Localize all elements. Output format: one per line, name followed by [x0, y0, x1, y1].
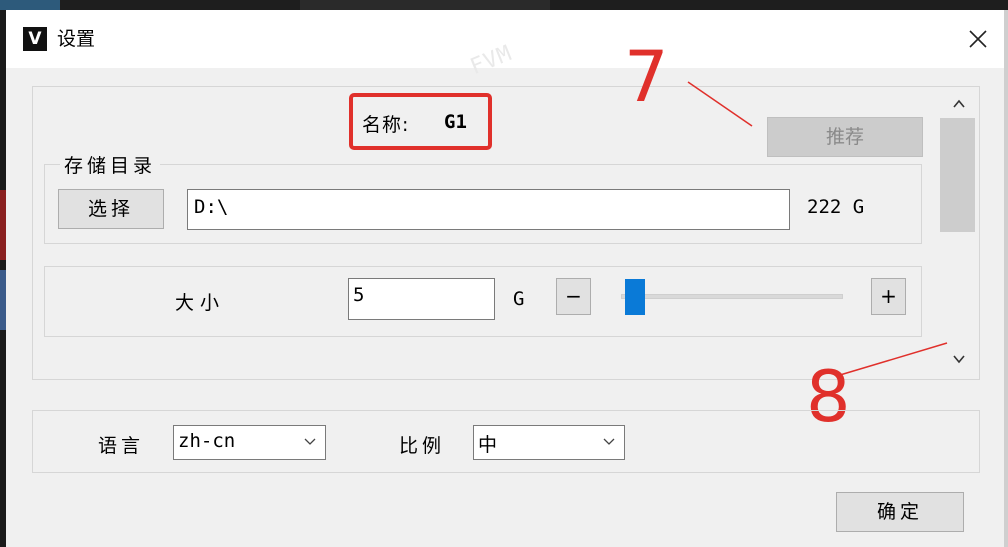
chevron-down-icon	[953, 355, 965, 364]
scroll-down-button[interactable]	[948, 350, 970, 368]
ratio-select-value: 中	[478, 434, 498, 456]
chevron-up-icon	[953, 99, 965, 108]
language-label: 语言	[98, 435, 145, 457]
language-select-value: zh-cn	[178, 430, 236, 452]
ratio-label: 比例	[399, 435, 446, 457]
storage-legend: 存储目录	[60, 151, 161, 178]
size-increase-button[interactable]: +	[871, 278, 906, 315]
name-value: G1	[444, 111, 467, 133]
storage-path-input[interactable]: D:\	[187, 189, 790, 230]
size-unit-label: G	[513, 288, 525, 310]
ok-button[interactable]: 确定	[836, 492, 964, 532]
free-space-label: 222 G	[807, 196, 865, 218]
size-input[interactable]: 5	[348, 278, 495, 320]
size-slider-thumb[interactable]	[625, 279, 646, 315]
annotation-number-7: 7	[624, 36, 669, 118]
size-decrease-button[interactable]: −	[556, 278, 591, 315]
scrollbar-thumb[interactable]	[940, 118, 975, 232]
app-logo-icon: V	[23, 27, 47, 51]
window-border-right	[1004, 10, 1008, 547]
desktop-background-strip	[0, 0, 1008, 10]
name-label: 名称:	[362, 114, 410, 136]
chevron-down-icon	[603, 438, 615, 445]
language-select[interactable]: zh-cn	[173, 425, 326, 460]
recommend-button[interactable]: 推荐	[767, 117, 923, 157]
size-slider-track[interactable]	[621, 294, 843, 299]
close-button[interactable]	[958, 22, 998, 56]
scroll-up-button[interactable]	[948, 95, 970, 113]
ratio-select[interactable]: 中	[473, 425, 625, 460]
size-label: 大小	[175, 292, 226, 314]
desktop-background-edge	[0, 10, 6, 547]
window-title: 设置	[57, 28, 96, 50]
chevron-down-icon	[304, 438, 316, 445]
choose-directory-button[interactable]: 选择	[58, 189, 164, 229]
close-icon	[969, 30, 987, 48]
